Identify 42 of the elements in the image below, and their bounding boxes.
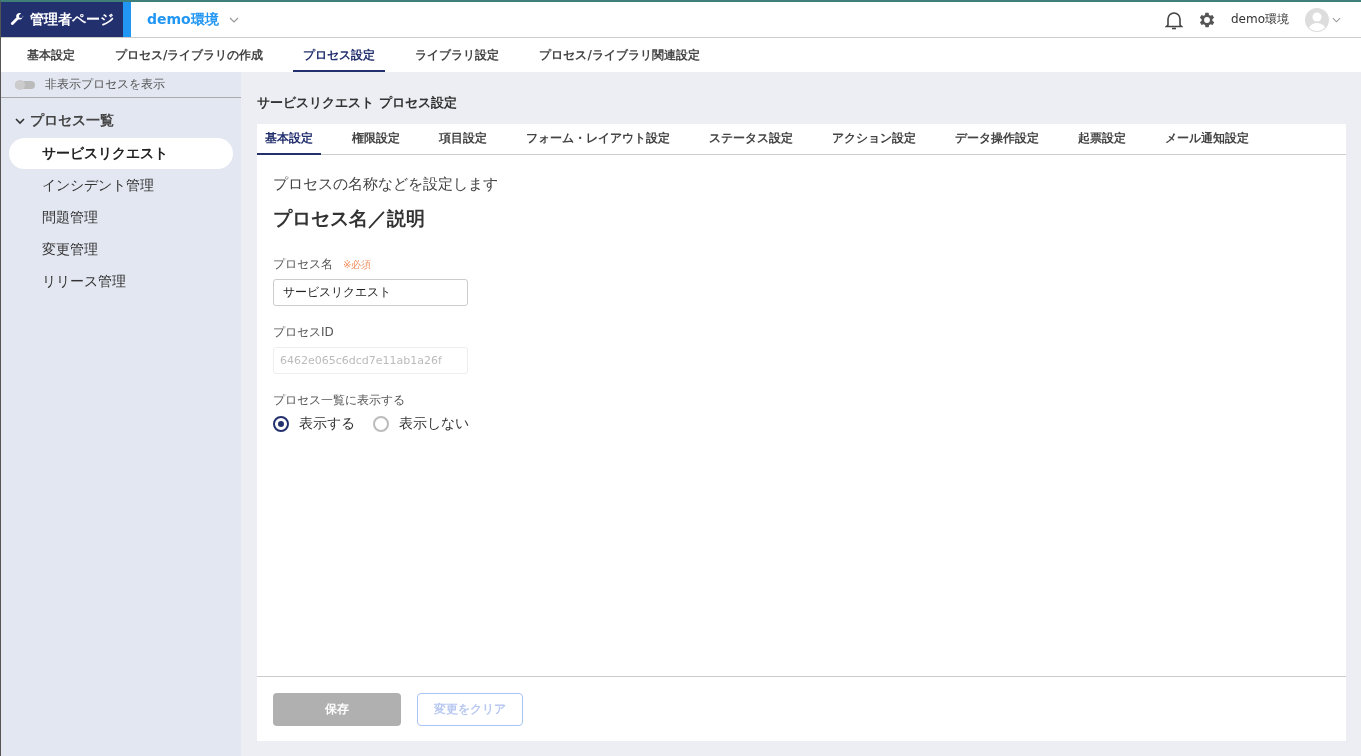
nav-tab[interactable]: プロセス/ライブラリの作成 [105, 38, 274, 72]
toggle-switch[interactable] [15, 80, 35, 89]
settings-tab[interactable]: アクション設定 [824, 124, 924, 155]
sidebar-item[interactable]: インシデント管理 [9, 170, 233, 201]
settings-tab[interactable]: データ操作設定 [947, 124, 1047, 155]
admin-page-badge[interactable]: 管理者ページ [1, 2, 123, 37]
section-title: プロセス名／説明 [273, 206, 426, 231]
radio-label: 表示しない [399, 415, 469, 433]
description-text: プロセスの名称などを設定します [273, 175, 499, 194]
page-title: サービスリクエスト プロセス設定 [257, 94, 458, 112]
user-name: demo環境 [1230, 11, 1289, 28]
sidebar-item[interactable]: リリース管理 [9, 266, 233, 297]
chevron-down-icon [228, 16, 239, 23]
settings-tab[interactable]: 項目設定 [431, 124, 495, 155]
radio-label: 表示する [299, 415, 355, 433]
process-list-header[interactable]: プロセス一覧 [1, 108, 128, 134]
field-label: プロセスID [273, 324, 334, 341]
radio-button[interactable] [373, 416, 389, 432]
sidebar-item[interactable]: サービスリクエスト [9, 138, 233, 169]
settings-tab[interactable]: ステータス設定 [701, 124, 801, 155]
nav-tab[interactable]: ライブラリ設定 [405, 38, 510, 72]
toggle-label: 非表示プロセスを表示 [45, 76, 165, 93]
settings-tab[interactable]: 起票設定 [1070, 124, 1134, 155]
settings-tab[interactable]: 基本設定 [257, 124, 321, 155]
radio-button[interactable] [273, 416, 289, 432]
settings-tab[interactable]: 権限設定 [344, 124, 408, 155]
field-label: プロセス名 [273, 256, 333, 273]
field-label: プロセス一覧に表示する [273, 392, 406, 409]
required-note: ※必須 [343, 257, 372, 272]
sidebar-item[interactable]: 問題管理 [9, 202, 233, 233]
accent-bar [123, 2, 131, 37]
nav-tab[interactable]: プロセス/ライブラリ関連設定 [529, 38, 710, 72]
settings-tab[interactable]: メール通知設定 [1157, 124, 1257, 155]
sidebar-item[interactable]: 変更管理 [9, 234, 233, 265]
avatar-icon [1305, 7, 1329, 32]
wrench-icon [10, 12, 25, 27]
bell-icon[interactable] [1164, 9, 1183, 30]
nav-tab[interactable]: 基本設定 [17, 38, 85, 72]
settings-tab[interactable]: フォーム・レイアウト設定 [518, 124, 678, 155]
text-field[interactable]: サービスリクエスト [273, 279, 468, 306]
chevron-down-icon [1332, 16, 1341, 23]
chevron-down-icon [15, 116, 25, 126]
